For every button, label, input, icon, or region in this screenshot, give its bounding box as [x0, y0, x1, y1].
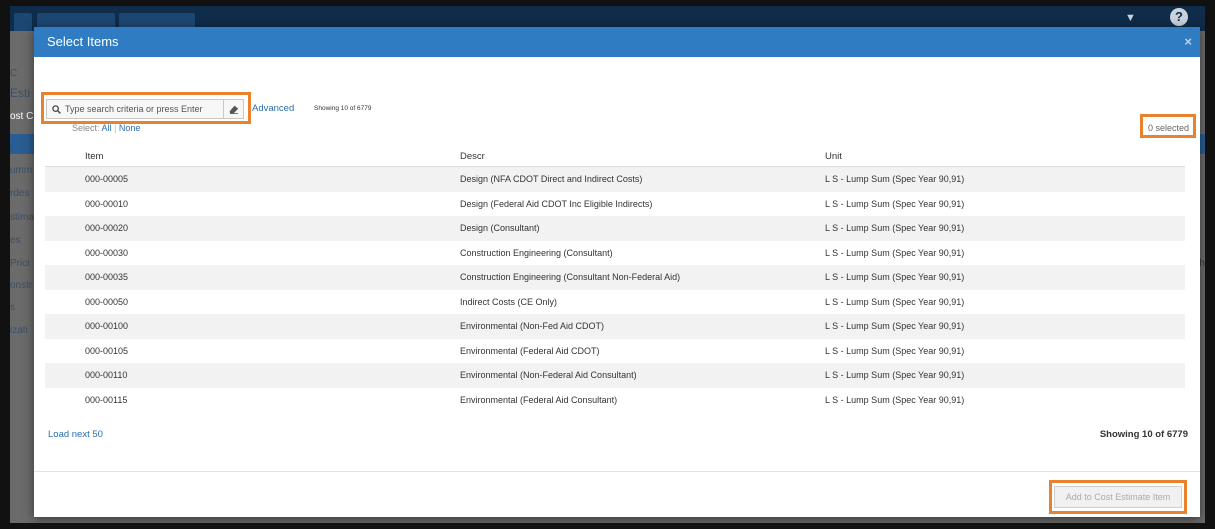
load-next-link[interactable]: Load next 50 [48, 429, 103, 440]
table-row[interactable]: 000-00105 Environmental (Federal Aid CDOT… [45, 339, 1185, 364]
caret-down-icon: ▼ [1125, 12, 1136, 24]
cell-item: 000-00105 [85, 345, 129, 356]
cell-item: 000-00005 [85, 174, 129, 185]
cell-unit: L S - Lump Sum (Spec Year 90,91) [825, 394, 965, 405]
cell-descr: Environmental (Non-Federal Aid Consultan… [460, 370, 637, 381]
cell-item: 000-00020 [85, 223, 129, 234]
cell-unit: L S - Lump Sum (Spec Year 90,91) [825, 296, 965, 307]
cell-unit: L S - Lump Sum (Spec Year 90,91) [825, 223, 965, 234]
search-highlight-box [41, 92, 251, 124]
cell-descr: Environmental (Federal Aid CDOT) [460, 345, 600, 356]
select-label: Select: [72, 123, 100, 133]
bg-side-label: s [10, 302, 15, 313]
table-row[interactable]: 000-00035 Construction Engineering (Consu… [45, 265, 1185, 290]
bg-side-label: Esti [10, 86, 31, 100]
table-row[interactable]: 000-00110 Environmental (Non-Federal Aid … [45, 363, 1185, 388]
bg-side-label: ost C [10, 111, 34, 122]
cell-descr: Environmental (Federal Aid Consultant) [460, 394, 618, 405]
column-header-item[interactable]: Item [45, 151, 460, 162]
screen: ▼ ? C Esti ost C l umm rdes stima es Pri… [10, 6, 1205, 523]
cell-descr: Construction Engineering (Consultant) [460, 247, 613, 258]
cell-unit: L S - Lump Sum (Spec Year 90,91) [825, 321, 965, 332]
modal-title: Select Items [47, 34, 119, 49]
app-menu-tab [14, 13, 32, 31]
cell-unit: L S - Lump Sum (Spec Year 90,91) [825, 272, 965, 283]
bg-side-label: es [10, 235, 21, 246]
select-none-link[interactable]: None [119, 123, 141, 133]
table-row[interactable]: 000-00100 Environmental (Non-Fed Aid CDOT… [45, 314, 1185, 339]
select-all-link[interactable]: All [102, 123, 112, 133]
cell-item: 000-00115 [85, 394, 128, 405]
selected-highlight-box [1140, 114, 1196, 138]
column-header-descr[interactable]: Descr [460, 151, 825, 162]
cell-item: 000-00100 [85, 321, 129, 332]
table-header: Item Descr Unit [45, 147, 1185, 167]
bg-side-label: izati [10, 325, 28, 336]
bg-side-label: rdes [10, 188, 30, 199]
bg-strip-left [10, 134, 34, 154]
cell-descr: Design (NFA CDOT Direct and Indirect Cos… [460, 174, 643, 185]
bg-side-label: l [10, 144, 13, 155]
table-body: 000-00005 Design (NFA CDOT Direct and Ind… [45, 167, 1185, 412]
advanced-search-link[interactable]: Advanced [252, 103, 294, 114]
cell-unit: L S - Lump Sum (Spec Year 90,91) [825, 247, 965, 258]
bg-side-label: umm [10, 165, 33, 176]
cell-item: 000-00010 [85, 198, 129, 209]
cell-item: 000-00050 [85, 296, 129, 307]
cell-descr: Construction Engineering (Consultant Non… [460, 272, 681, 283]
bg-side-label: C [10, 68, 18, 79]
cell-unit: L S - Lump Sum (Spec Year 90,91) [825, 174, 965, 185]
cell-descr: Design (Federal Aid CDOT Inc Eligible In… [460, 198, 653, 209]
modal-header: Select Items × [34, 27, 1200, 57]
close-icon[interactable]: × [1184, 27, 1192, 57]
select-controls: Select: All | None [72, 123, 141, 133]
footer-divider [34, 471, 1200, 472]
cell-descr: Indirect Costs (CE Only) [460, 296, 558, 307]
bg-side-label: onstr [10, 280, 33, 291]
table-row[interactable]: 000-00115 Environmental (Federal Aid Cons… [45, 388, 1185, 413]
cell-descr: Environmental (Non-Fed Aid CDOT) [460, 321, 605, 332]
bg-side-label: stima [10, 212, 34, 223]
cell-item: 000-00030 [85, 247, 129, 258]
showing-count-bottom: Showing 10 of 6779 [1099, 429, 1188, 440]
select-items-modal: Select Items × Advanced Showing 10 of 67… [34, 27, 1200, 517]
cell-item: 000-00035 [85, 272, 129, 283]
cell-unit: L S - Lump Sum (Spec Year 90,91) [825, 345, 965, 356]
cell-unit: L S - Lump Sum (Spec Year 90,91) [825, 370, 965, 381]
table-row[interactable]: 000-00030 Construction Engineering (Consu… [45, 241, 1185, 266]
cell-item: 000-00110 [85, 370, 128, 381]
table-row[interactable]: 000-00005 Design (NFA CDOT Direct and Ind… [45, 167, 1185, 192]
help-icon: ? [1170, 8, 1188, 26]
add-button-highlight-box [1049, 480, 1187, 514]
bg-side-label: Prici [10, 258, 30, 269]
cell-unit: L S - Lump Sum (Spec Year 90,91) [825, 198, 965, 209]
showing-count-top: Showing 10 of 6779 [314, 105, 372, 112]
items-table: Item Descr Unit 000-00005 Design (NFA CDO… [45, 147, 1185, 412]
column-header-unit[interactable]: Unit [825, 151, 1185, 162]
table-row[interactable]: 000-00020 Design (Consultant) L S - Lump S… [45, 216, 1185, 241]
cell-descr: Design (Consultant) [460, 223, 540, 234]
table-row[interactable]: 000-00050 Indirect Costs (CE Only) L S - L… [45, 290, 1185, 315]
table-row[interactable]: 000-00010 Design (Federal Aid CDOT Inc El… [45, 192, 1185, 217]
